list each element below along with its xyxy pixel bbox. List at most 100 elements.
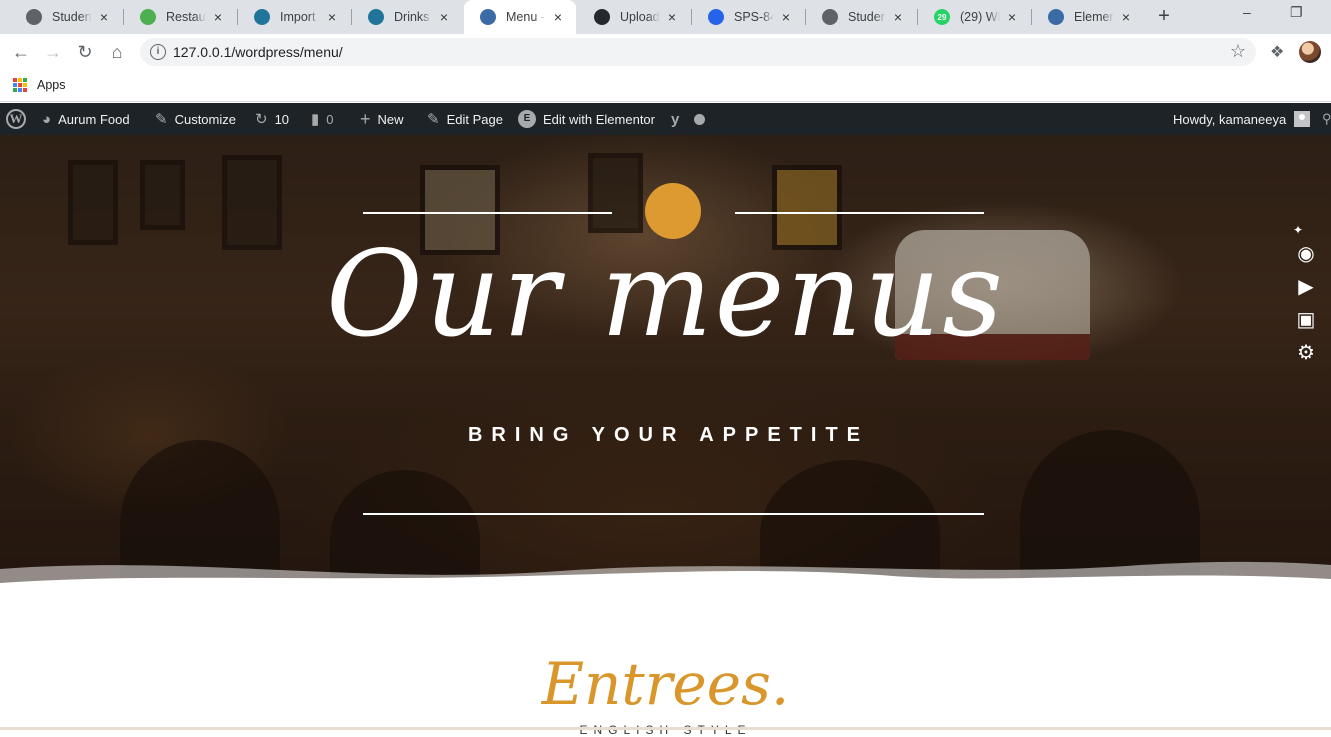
tab-title: (29) WhatsApp xyxy=(960,10,1000,24)
tab-title: Menu - Aurum Food xyxy=(506,10,546,24)
wp-admin-bar: W ◕ Aurum Food ✎ Customize ↻ 10 ▮ 0 + Ne… xyxy=(0,103,1331,135)
browser-tab[interactable]: Upload files × xyxy=(578,0,690,34)
elementor-icon xyxy=(1048,9,1064,25)
reload-button[interactable]: ↻ xyxy=(73,40,97,64)
comments-link[interactable]: ▮ 0 xyxy=(311,103,334,135)
close-tab-icon[interactable]: × xyxy=(890,9,906,25)
close-tab-icon[interactable]: × xyxy=(324,9,340,25)
pencil-icon: ✎ xyxy=(427,111,440,128)
camera-icon[interactable]: ◉ xyxy=(1293,241,1319,267)
browser-tab[interactable]: Drinks - Aurum Food × xyxy=(352,0,462,34)
howdy-label: Howdy, kamaneeya xyxy=(1173,111,1287,127)
new-label: New xyxy=(377,111,404,127)
tab-title: Drinks - Aurum Food xyxy=(394,10,432,24)
whatsapp-icon: 29 xyxy=(934,9,950,25)
apps-bookmark[interactable]: Apps xyxy=(37,78,66,92)
browser-tab[interactable]: Menu - Aurum Food × xyxy=(464,0,576,34)
home-button[interactable]: ⌂ xyxy=(105,40,129,64)
url-text: 127.0.0.1/wordpress/menu/ xyxy=(173,44,343,60)
tab-title: Student Details xyxy=(52,10,92,24)
close-tab-icon[interactable]: × xyxy=(96,9,112,25)
site-name-menu[interactable]: ◕ Aurum Food xyxy=(42,103,130,135)
jira-icon xyxy=(708,9,724,25)
back-button[interactable]: ← xyxy=(9,40,33,64)
browser-tab[interactable]: Restaurant × xyxy=(124,0,236,34)
edit-elementor-label: Edit with Elementor xyxy=(543,111,655,127)
browser-tab[interactable]: Elementor × xyxy=(1032,0,1144,34)
search-icon[interactable]: ⚲ xyxy=(1322,103,1331,135)
updates-count: 10 xyxy=(274,111,290,127)
wordpress-icon xyxy=(254,9,270,25)
globe-icon xyxy=(26,9,42,25)
browser-toolbar: ← → ↻ ⌂ i 127.0.0.1/wordpress/menu/ ☆ xyxy=(0,34,1331,70)
brush-icon: ✎ xyxy=(155,111,168,128)
video-camera-icon[interactable]: ▶ xyxy=(1293,274,1319,300)
new-tab-button[interactable]: + xyxy=(1152,5,1176,29)
tab-title: SPS-8409 xyxy=(734,10,774,24)
edit-page-label: Edit Page xyxy=(446,111,503,127)
close-tab-icon[interactable]: × xyxy=(664,9,680,25)
extensions-puzzle-icon[interactable]: ❖ xyxy=(1270,42,1284,62)
restore-button[interactable]: ❐ xyxy=(1290,4,1303,21)
leaf-icon xyxy=(140,9,156,25)
tab-title: Import < Aurum Food xyxy=(280,10,320,24)
apps-grid-icon[interactable] xyxy=(13,78,27,92)
plus-icon: + xyxy=(360,108,371,129)
dashboard-icon: ◕ xyxy=(42,110,52,128)
close-tab-icon[interactable]: × xyxy=(1004,9,1020,25)
minimize-button[interactable]: – xyxy=(1243,4,1251,20)
elementor-icon xyxy=(480,9,496,25)
close-tab-icon[interactable]: × xyxy=(436,9,452,25)
wordpress-logo-icon[interactable]: W xyxy=(6,109,26,129)
close-tab-icon[interactable]: × xyxy=(778,9,794,25)
hero-title: Our menus xyxy=(326,225,1005,363)
yoast-icon: y xyxy=(671,110,680,128)
comments-count: 0 xyxy=(326,111,334,127)
account-menu[interactable]: Howdy, kamaneeya xyxy=(1173,103,1311,135)
image-gallery-icon[interactable]: ▣ xyxy=(1293,307,1319,333)
browser-tab[interactable]: SPS-8409 × xyxy=(692,0,804,34)
customize-label: Customize xyxy=(174,111,236,127)
section-subtitle: ENGLISH STYLE xyxy=(579,723,752,737)
edit-with-elementor-link[interactable]: E Edit with Elementor xyxy=(518,103,655,135)
browser-tab[interactable]: Import < Aurum Food × xyxy=(238,0,350,34)
divider-line-bottom xyxy=(363,513,984,515)
forward-button[interactable]: → xyxy=(41,40,65,64)
address-bar[interactable]: i 127.0.0.1/wordpress/menu/ ☆ xyxy=(140,38,1256,66)
edit-page-link[interactable]: ✎ Edit Page xyxy=(427,103,503,135)
customize-link[interactable]: ✎ Customize xyxy=(155,103,236,135)
browser-tab[interactable]: Student Details × xyxy=(10,0,122,34)
elementor-side-toolbar: ✦ ◉ ▶ ▣ ⚙ xyxy=(1289,223,1323,373)
user-avatar-icon xyxy=(1294,111,1311,127)
elementor-icon: E xyxy=(518,110,536,128)
close-tab-icon[interactable]: × xyxy=(1118,9,1134,25)
section-title: Entrees. xyxy=(541,650,790,718)
globe-icon xyxy=(822,9,838,25)
browser-tab[interactable]: Student Details × xyxy=(806,0,916,34)
gear-icon[interactable]: ⚙ xyxy=(1293,340,1319,366)
yoast-menu[interactable]: y xyxy=(671,103,706,135)
new-content-menu[interactable]: + New xyxy=(360,103,404,135)
site-info-icon[interactable]: i xyxy=(150,44,166,60)
seo-status-dot-icon xyxy=(694,113,706,125)
bookmarks-bar: Apps xyxy=(0,70,1331,102)
tab-title: Upload files xyxy=(620,10,660,24)
wordpress-icon xyxy=(368,9,384,25)
pin-icon[interactable]: ✦ xyxy=(1293,223,1303,237)
close-tab-icon[interactable]: × xyxy=(210,9,226,25)
wave-divider xyxy=(0,561,1331,615)
divider-line-right xyxy=(735,212,984,214)
tab-title: Elementor xyxy=(1074,10,1114,24)
updates-link[interactable]: ↻ 10 xyxy=(255,103,289,135)
comment-bubble-icon: ▮ xyxy=(311,111,320,128)
github-icon xyxy=(594,9,610,25)
hero-banner: Our menus BRING YOUR APPETITE xyxy=(0,135,1331,610)
tab-title: Restaurant xyxy=(166,10,206,24)
browser-tab-strip: Student Details×Restaurant×Import < Auru… xyxy=(0,0,1331,34)
close-tab-icon[interactable]: × xyxy=(550,9,566,25)
menu-section: Entrees. ENGLISH STYLE xyxy=(0,610,1331,737)
hero-subtitle: BRING YOUR APPETITE xyxy=(467,424,870,446)
bookmark-star-icon[interactable]: ☆ xyxy=(1230,41,1246,62)
browser-tab[interactable]: 29 (29) WhatsApp × xyxy=(918,0,1030,34)
profile-avatar[interactable] xyxy=(1299,41,1321,63)
